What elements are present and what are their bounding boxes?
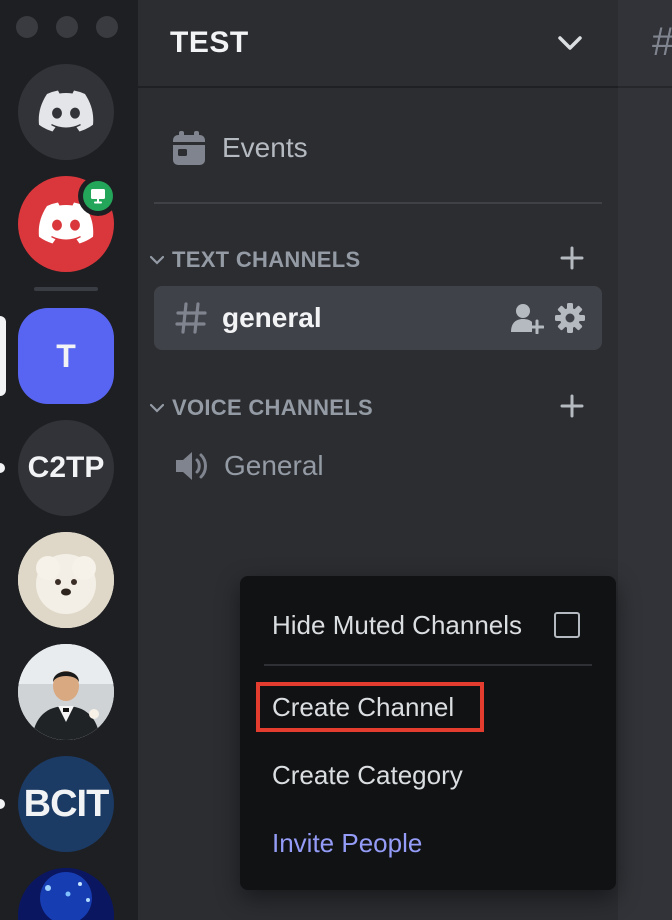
chevron-down-icon: [146, 255, 168, 265]
window-minimize-button[interactable]: [56, 16, 78, 38]
channel-voice-general[interactable]: General: [154, 434, 602, 498]
server-image-blue: [18, 868, 114, 920]
add-voice-channel-icon[interactable]: [558, 392, 586, 426]
server-icon-dog[interactable]: [18, 532, 114, 628]
hide-muted-channels-item[interactable]: Hide Muted Channels: [272, 605, 584, 645]
server-image-person: [18, 644, 114, 740]
calendar-icon: [173, 131, 205, 165]
server-icon-label: BCIT: [23, 782, 110, 825]
server-image-dog: [18, 532, 114, 628]
hash-icon: #: [652, 20, 672, 65]
gear-icon[interactable]: [554, 302, 586, 334]
category-label: TEXT CHANNELS: [172, 247, 361, 272]
category-label: VOICE CHANNELS: [172, 395, 373, 420]
window-close-button[interactable]: [16, 16, 38, 38]
invite-people-item[interactable]: Invite People: [272, 823, 422, 863]
chevron-down-icon: [146, 403, 168, 413]
category-voice-channels[interactable]: VOICE CHANNELS: [146, 392, 586, 424]
channel-name: general: [222, 302, 322, 333]
menu-separator: [264, 664, 592, 666]
selected-server-indicator: [0, 316, 6, 396]
menu-item-label: Hide Muted Channels: [272, 609, 523, 640]
discord-logo-icon: [38, 90, 94, 132]
rail-separator: [34, 287, 98, 291]
menu-item-label: Create Channel: [272, 691, 455, 722]
unread-indicator: [0, 799, 5, 809]
channel-general[interactable]: general: [154, 286, 602, 350]
chevron-down-icon[interactable]: [558, 35, 582, 51]
sidebar-divider: [154, 202, 602, 204]
hide-muted-checkbox[interactable]: [554, 612, 580, 638]
server-icon-c2tp[interactable]: C2TP: [18, 420, 114, 516]
menu-item-label: Invite People: [272, 827, 423, 858]
unread-indicator: [0, 463, 5, 473]
server-header[interactable]: TEST: [138, 0, 618, 88]
category-text-channels[interactable]: TEXT CHANNELS: [146, 244, 586, 276]
create-channel-item[interactable]: Create Channel: [272, 687, 454, 727]
channel-name: General: [224, 450, 324, 481]
add-text-channel-icon[interactable]: [558, 244, 586, 278]
server-icon-blue[interactable]: [18, 868, 114, 920]
server-icon-test[interactable]: T: [18, 308, 114, 404]
hash-icon: [175, 302, 207, 334]
server-icon-label: T: [56, 337, 76, 374]
invite-member-icon[interactable]: [510, 302, 544, 334]
server-context-menu: Hide Muted Channels Create Channel Creat…: [240, 576, 616, 890]
create-category-item[interactable]: Create Category: [272, 755, 463, 795]
events-item[interactable]: Events: [172, 120, 308, 176]
server-icon-bcit[interactable]: BCIT: [18, 756, 114, 852]
speaker-icon: [176, 452, 207, 480]
home-button[interactable]: [18, 64, 114, 160]
server-icon-person[interactable]: [18, 644, 114, 740]
main-chat-area: #: [618, 0, 672, 920]
window-maximize-button[interactable]: [96, 16, 118, 38]
chat-header: #: [618, 0, 672, 88]
server-icon-label: C2TP: [27, 451, 105, 484]
server-name: TEST: [170, 26, 249, 59]
monitor-icon: [91, 189, 105, 204]
events-label: Events: [222, 132, 308, 163]
server-rail: T C2TP BCIT: [0, 0, 138, 920]
screen-share-badge: [78, 176, 118, 216]
menu-item-label: Create Category: [272, 759, 463, 790]
